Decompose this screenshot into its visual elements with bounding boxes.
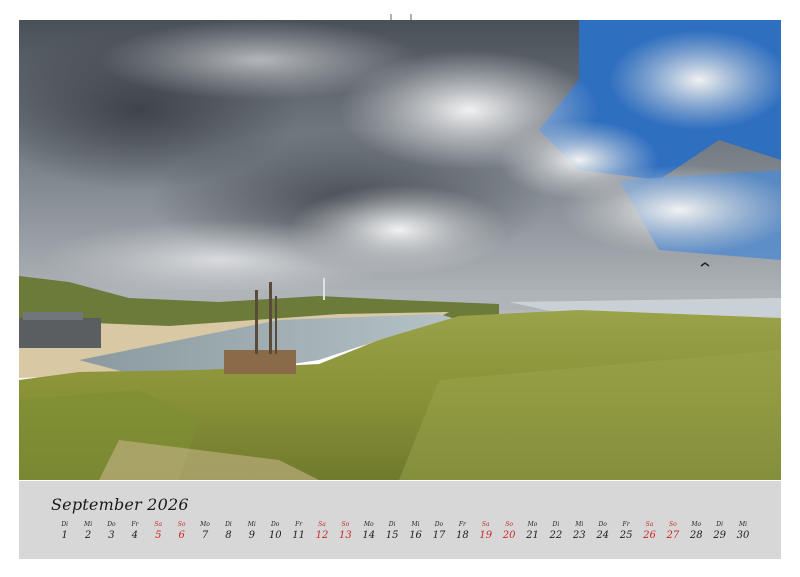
day-cell: So 20 [497, 521, 520, 543]
day-number: 8 [225, 530, 232, 541]
day-of-week: Di [716, 521, 723, 528]
day-cell: Mi 2 [76, 521, 99, 543]
day-number: 5 [155, 530, 162, 541]
day-number: 29 [713, 530, 726, 541]
day-of-week: Mo [527, 521, 538, 528]
day-of-week: Di [225, 521, 232, 528]
day-cell: Mo 14 [357, 521, 380, 543]
day-number: 24 [596, 530, 610, 541]
day-cell: Mi 9 [240, 521, 263, 543]
day-number: 10 [268, 530, 282, 541]
day-of-week: Sa [318, 521, 326, 528]
day-cell: Fr 4 [123, 521, 146, 543]
day-of-week: So [505, 521, 513, 528]
day-number: 27 [666, 530, 680, 541]
day-of-week: Mo [691, 521, 702, 528]
day-of-week: Di [388, 521, 396, 528]
day-number: 4 [131, 530, 139, 541]
day-of-week: Do [270, 521, 280, 528]
day-of-week: Sa [481, 521, 490, 528]
day-of-week: Fr [131, 521, 139, 528]
day-of-week: Do [107, 521, 116, 528]
day-number: 17 [432, 530, 446, 541]
day-of-week: Sa [154, 521, 163, 528]
day-number: 28 [689, 530, 703, 541]
day-number: 18 [455, 530, 469, 541]
day-of-week: So [341, 521, 350, 528]
day-cell: Sa 26 [638, 521, 661, 543]
day-cell: Do 10 [264, 521, 287, 543]
day-cell: Di 29 [708, 521, 731, 543]
day-number: 3 [108, 530, 115, 541]
day-number: 22 [549, 530, 563, 541]
day-cell: Di 1 [53, 521, 76, 543]
day-cell: Fr 11 [287, 521, 310, 543]
day-cell: Mi 30 [731, 521, 754, 543]
day-of-week: Mi [738, 521, 748, 528]
day-number: 1 [61, 530, 68, 541]
day-of-week: Mo [200, 521, 210, 528]
day-cell: Mo 7 [193, 521, 216, 543]
calendar-panel: September 2026 Di 1 Mi 2 Do 3 Fr 4 Sa 5 So 6 Mo 7 Di 8 M… [19, 481, 781, 559]
day-of-week: Fr [295, 521, 303, 528]
day-number: 25 [619, 530, 633, 541]
day-number: 11 [292, 530, 305, 541]
day-of-week: Do [434, 521, 444, 528]
landscape-photo [19, 20, 781, 480]
day-cell: Sa 19 [474, 521, 497, 543]
day-number: 15 [385, 530, 399, 541]
month-title: September 2026 [51, 495, 189, 514]
day-of-week: Mi [247, 521, 256, 528]
day-number: 13 [339, 530, 352, 541]
dune-lagoon-scene [19, 20, 781, 480]
day-of-week: Fr [622, 521, 630, 528]
day-strip: Di 1 Mi 2 Do 3 Fr 4 Sa 5 So 6 Mo 7 Di 8 Mi 9 Do 10 Fr 11 Sa 12 S… [53, 521, 755, 543]
day-number: 21 [526, 530, 539, 541]
day-of-week: Di [61, 521, 69, 528]
day-of-week: Di [552, 521, 560, 528]
day-number: 7 [201, 530, 209, 541]
day-cell: Sa 5 [147, 521, 170, 543]
day-number: 20 [502, 530, 516, 541]
day-of-week: Sa [645, 521, 654, 528]
day-cell: Do 17 [427, 521, 450, 543]
day-of-week: So [177, 521, 186, 528]
day-number: 14 [362, 530, 376, 541]
day-of-week: Mi [575, 521, 584, 528]
day-cell: So 27 [661, 521, 684, 543]
day-of-week: Mi [411, 521, 420, 528]
day-number: 9 [248, 530, 255, 541]
day-of-week: Mi [84, 521, 93, 528]
day-cell: Di 22 [544, 521, 567, 543]
day-cell: Do 24 [591, 521, 614, 543]
day-cell: Fr 18 [451, 521, 474, 543]
day-cell: Mi 23 [568, 521, 591, 543]
day-of-week: Fr [458, 521, 466, 528]
day-number: 30 [736, 530, 750, 541]
day-number: 6 [178, 530, 185, 541]
day-cell: Fr 25 [614, 521, 637, 543]
day-of-week: Mo [363, 521, 374, 528]
day-cell: Mi 16 [404, 521, 427, 543]
day-number: 23 [572, 530, 586, 541]
day-cell: Sa 12 [310, 521, 333, 543]
day-number: 19 [479, 530, 493, 541]
day-of-week: Do [598, 521, 607, 528]
day-number: 16 [409, 530, 422, 541]
day-cell: Di 15 [380, 521, 403, 543]
day-cell: So 13 [334, 521, 357, 543]
day-cell: Di 8 [217, 521, 240, 543]
day-cell: Do 3 [100, 521, 123, 543]
day-cell: So 6 [170, 521, 193, 543]
day-number: 26 [643, 530, 656, 541]
day-cell: Mo 28 [685, 521, 708, 543]
day-of-week: So [668, 521, 677, 528]
day-number: 12 [315, 530, 329, 541]
day-cell: Mo 21 [521, 521, 544, 543]
day-number: 2 [84, 530, 92, 541]
